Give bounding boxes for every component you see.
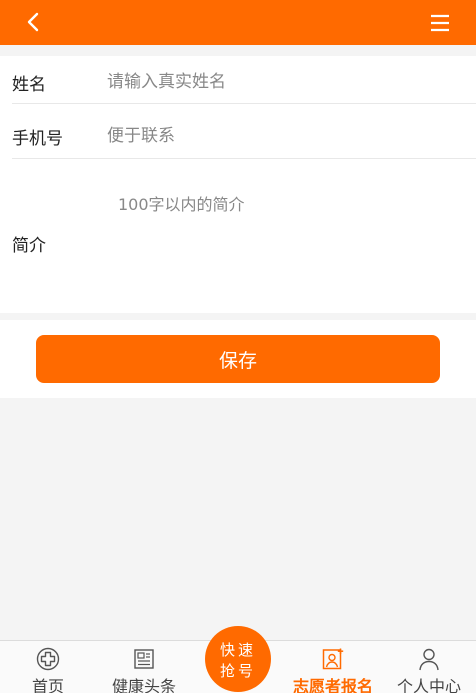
name-label: 姓名 — [12, 75, 46, 95]
bio-textarea[interactable] — [110, 187, 460, 297]
back-button[interactable] — [22, 10, 46, 34]
menu-button[interactable] — [428, 12, 452, 34]
user-icon — [419, 648, 439, 671]
top-navigation-bar — [0, 0, 476, 45]
tab-health-news[interactable]: 健康头条 — [96, 641, 192, 693]
phone-input[interactable] — [107, 122, 467, 150]
medical-cross-icon — [36, 647, 60, 671]
tab-health-news-label: 健康头条 — [111, 677, 176, 693]
phone-row: 手机号 — [12, 104, 476, 159]
tab-personal-center-label: 个人中心 — [396, 677, 461, 693]
chevron-left-icon — [27, 12, 39, 32]
newspaper-icon — [134, 649, 154, 669]
bio-label: 简介 — [12, 236, 46, 256]
tab-home-label: 首页 — [31, 677, 64, 693]
save-section: 保存 — [0, 320, 476, 398]
name-input[interactable] — [107, 68, 467, 96]
save-button[interactable]: 保存 — [36, 335, 440, 383]
quick-booking-button[interactable]: 快速 抢号 — [205, 626, 271, 692]
quick-booking-line1: 快速 — [219, 641, 256, 659]
quick-booking-line2: 抢号 — [219, 662, 256, 680]
hamburger-menu-icon — [431, 14, 449, 32]
tab-home[interactable]: 首页 — [0, 641, 96, 693]
volunteer-badge-icon — [322, 648, 344, 670]
tab-volunteer-signup-label: 志愿者报名 — [292, 677, 373, 693]
tab-volunteer-signup[interactable]: 志愿者报名 — [284, 641, 382, 693]
name-row: 姓名 — [12, 56, 476, 104]
volunteer-form: 姓名 手机号 简介 — [0, 56, 476, 313]
tab-personal-center[interactable]: 个人中心 — [382, 641, 476, 693]
phone-label: 手机号 — [12, 129, 63, 149]
bio-row: 简介 — [0, 159, 476, 313]
